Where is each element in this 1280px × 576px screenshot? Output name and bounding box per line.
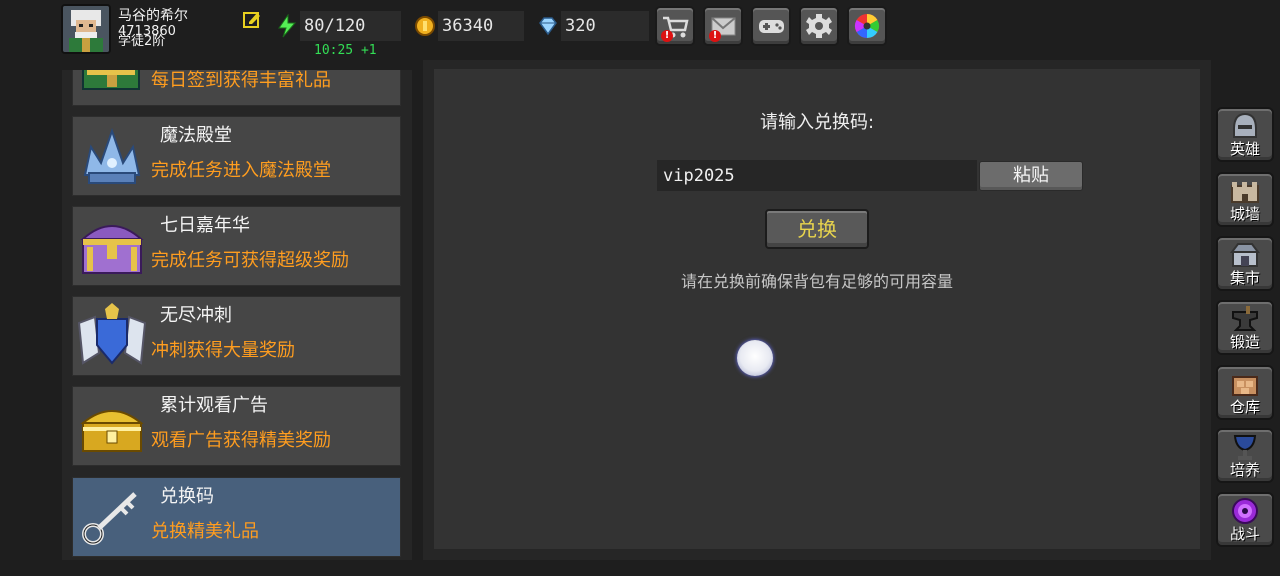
redeem-panel: 请输入兑换码: 粘贴 兑换 请在兑换前确保背包有足够的可用容量	[434, 69, 1200, 549]
event-title: 魔法殿堂	[160, 125, 232, 146]
player-rank: 学徒2阶	[118, 34, 166, 49]
event-card-seven-day-carnival[interactable]: 七日嘉年华 完成任务可获得超级奖励	[72, 206, 401, 286]
redeem-note: 请在兑换前确保背包有足够的可用容量	[680, 272, 953, 291]
nav-battle-button[interactable]: 战斗	[1216, 492, 1274, 547]
shop-button[interactable]: !	[655, 6, 695, 46]
event-title: 累计观看广告	[160, 395, 268, 416]
event-card-redeem-code[interactable]: 兑换码 兑换精美礼品	[72, 477, 401, 557]
nav-cultivate-button[interactable]: 培养	[1216, 428, 1274, 483]
settings-button[interactable]	[799, 6, 839, 46]
settings-gear-icon	[806, 14, 832, 38]
avatar-portrait-icon	[63, 6, 109, 52]
event-card-magic-palace[interactable]: 魔法殿堂 完成任务进入魔法殿堂	[72, 116, 401, 196]
gamepad-icon	[759, 20, 784, 33]
redeem-prompt: 请输入兑换码:	[759, 112, 875, 133]
redeem-code-input[interactable]	[657, 160, 977, 191]
helmet-icon	[1233, 112, 1257, 138]
chalice-icon	[1233, 435, 1257, 460]
mail-button[interactable]: !	[703, 6, 743, 46]
nav-label: 锻造	[1229, 333, 1260, 351]
wall-icon	[1231, 182, 1259, 203]
event-list[interactable]: 每日签到获得丰富礼品 魔法殿堂 完成任务进入魔法殿堂 七日嘉年华 完成任务可获得…	[62, 70, 412, 560]
gold-coin-icon	[413, 14, 437, 38]
nav-label: 英雄	[1229, 140, 1260, 158]
event-card-endless-sprint[interactable]: 无尽冲刺 冲刺获得大量奖励	[72, 296, 401, 376]
nav-label: 战斗	[1229, 525, 1260, 543]
anvil-icon	[1232, 306, 1258, 331]
event-card-daily-signin[interactable]: 每日签到获得丰富礼品	[72, 70, 401, 106]
gold-value: 36340	[438, 11, 524, 41]
winged-shield-icon	[77, 303, 147, 371]
player-name: 马谷的希尔	[118, 8, 188, 24]
nav-hero-button[interactable]: 英雄	[1216, 107, 1274, 162]
nav-label: 培养	[1229, 461, 1260, 479]
nav-market-button[interactable]: 集市	[1216, 236, 1274, 291]
player-avatar[interactable]	[61, 4, 111, 54]
gem-icon	[536, 14, 560, 38]
gem-value: 320	[561, 11, 649, 41]
energy-icon	[276, 13, 300, 38]
event-desc: 冲刺获得大量奖励	[151, 340, 295, 361]
event-desc: 兑换精美礼品	[151, 521, 259, 542]
portal-icon	[1232, 498, 1258, 524]
event-title: 兑换码	[160, 486, 214, 507]
market-icon	[1230, 243, 1260, 267]
event-desc: 完成任务可获得超级奖励	[151, 250, 349, 271]
nav-warehouse-button[interactable]: 仓库	[1216, 365, 1274, 420]
nav-label: 仓库	[1229, 398, 1260, 416]
event-desc: 完成任务进入魔法殿堂	[151, 160, 331, 181]
nav-forge-button[interactable]: 锻造	[1216, 300, 1274, 355]
crystal-crown-icon	[77, 123, 147, 191]
paste-button[interactable]: 粘贴	[979, 161, 1083, 191]
mail-alert-badge: !	[709, 30, 721, 42]
key-icon	[77, 484, 147, 552]
nav-wall-button[interactable]: 城墙	[1216, 172, 1274, 227]
event-card-ad-rewards[interactable]: 累计观看广告 观看广告获得精美奖励	[72, 386, 401, 466]
energy-timer: 10:25 +1	[314, 43, 377, 58]
color-theme-button[interactable]	[847, 6, 887, 46]
shop-alert-badge: !	[661, 30, 673, 42]
event-desc: 观看广告获得精美奖励	[151, 430, 331, 451]
energy-value: 80/120	[300, 11, 401, 41]
event-desc: 每日签到获得丰富礼品	[151, 70, 331, 91]
color-wheel-icon	[854, 13, 880, 39]
warehouse-icon	[1232, 376, 1258, 396]
redeem-button[interactable]: 兑换	[765, 209, 869, 249]
touch-indicator	[737, 340, 773, 376]
event-title: 七日嘉年华	[160, 215, 250, 236]
event-title: 无尽冲刺	[160, 305, 232, 326]
green-book-icon	[77, 70, 147, 101]
game-center-button[interactable]	[751, 6, 791, 46]
nav-label: 集市	[1229, 269, 1260, 287]
purple-chest-icon	[77, 213, 147, 281]
nav-label: 城墙	[1229, 205, 1260, 223]
edit-name-icon[interactable]	[242, 10, 262, 30]
gold-chest-icon	[77, 393, 147, 461]
